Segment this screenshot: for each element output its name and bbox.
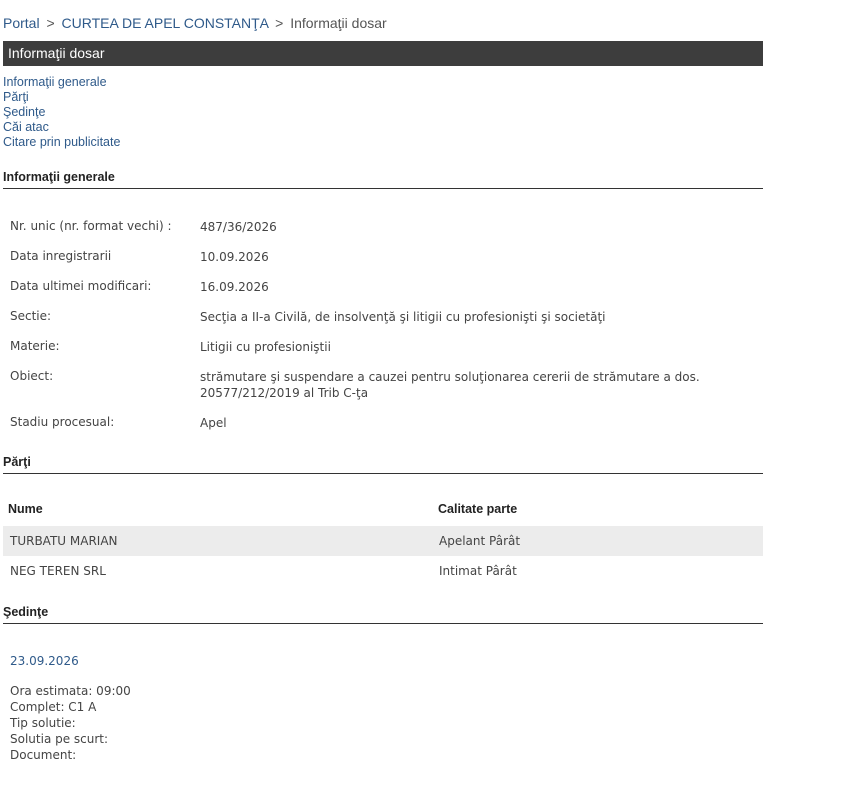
info-label: Data inregistrarii bbox=[10, 249, 112, 263]
breadcrumb-current: Informaţii dosar bbox=[290, 15, 387, 31]
info-label: Data ultimei modificari: bbox=[10, 279, 152, 293]
party-name: NEG TEREN SRL bbox=[10, 564, 106, 578]
nav-parti[interactable]: Părţi bbox=[3, 90, 29, 104]
info-label: Nr. unic (nr. format vechi) : bbox=[10, 219, 172, 233]
hearing-details: Ora estimata: 09:00 Complet: C1 A Tip so… bbox=[10, 683, 131, 763]
info-value: 10.09.2026 bbox=[200, 250, 269, 264]
breadcrumb: Portal > CURTEA DE APEL CONSTANŢA > Info… bbox=[3, 15, 387, 31]
hearing-solution-type: Tip solutie: bbox=[10, 716, 76, 730]
info-value: 16.09.2026 bbox=[200, 280, 269, 294]
info-label: Stadiu procesual: bbox=[10, 415, 115, 429]
info-value: Secţia a II-a Civilă, de insolvenţă şi l… bbox=[200, 310, 606, 324]
info-value: Apel bbox=[200, 416, 227, 430]
section-nav: Informaţii generale Părţi Şedinţe Căi at… bbox=[3, 75, 120, 150]
nav-citare-publicitate[interactable]: Citare prin publicitate bbox=[3, 135, 120, 149]
hearing-time: Ora estimata: 09:00 bbox=[10, 684, 131, 698]
column-header-calitate: Calitate parte bbox=[438, 502, 518, 516]
party-role: Intimat Pârât bbox=[439, 564, 517, 578]
nav-sedinte[interactable]: Şedinţe bbox=[3, 105, 45, 119]
info-label: Sectie: bbox=[10, 309, 52, 323]
section-heading-sedinte: Şedinţe bbox=[3, 605, 763, 624]
hearing-solution-summary: Solutia pe scurt: bbox=[10, 732, 109, 746]
nav-informatii-generale[interactable]: Informaţii generale bbox=[3, 75, 107, 89]
hearing-date: 23.09.2026 bbox=[10, 654, 79, 668]
table-row: NEG TEREN SRL Intimat Pârât bbox=[3, 556, 763, 586]
info-label: Obiect: bbox=[10, 369, 54, 383]
hearing-document: Document: bbox=[10, 748, 77, 762]
breadcrumb-separator: > bbox=[46, 15, 55, 31]
breadcrumb-court-link[interactable]: CURTEA DE APEL CONSTANŢA bbox=[62, 15, 269, 31]
info-value: 487/36/2026 bbox=[200, 220, 277, 234]
info-value: strămutare şi suspendare a cauzei pentru… bbox=[200, 370, 700, 400]
table-row: TURBATU MARIAN Apelant Pârât bbox=[3, 526, 763, 556]
section-heading-parti: Părţi bbox=[3, 455, 763, 474]
info-label: Materie: bbox=[10, 339, 60, 353]
party-name: TURBATU MARIAN bbox=[10, 534, 118, 548]
party-role: Apelant Pârât bbox=[439, 534, 521, 548]
nav-cai-atac[interactable]: Căi atac bbox=[3, 120, 49, 134]
page-title: Informaţii dosar bbox=[3, 41, 763, 66]
breadcrumb-separator: > bbox=[275, 15, 284, 31]
column-header-nume: Nume bbox=[8, 502, 43, 516]
hearing-panel: Complet: C1 A bbox=[10, 700, 97, 714]
info-value: Litigii cu profesioniştii bbox=[200, 340, 331, 354]
section-heading-general: Informaţii generale bbox=[3, 170, 763, 189]
breadcrumb-portal-link[interactable]: Portal bbox=[3, 15, 40, 31]
